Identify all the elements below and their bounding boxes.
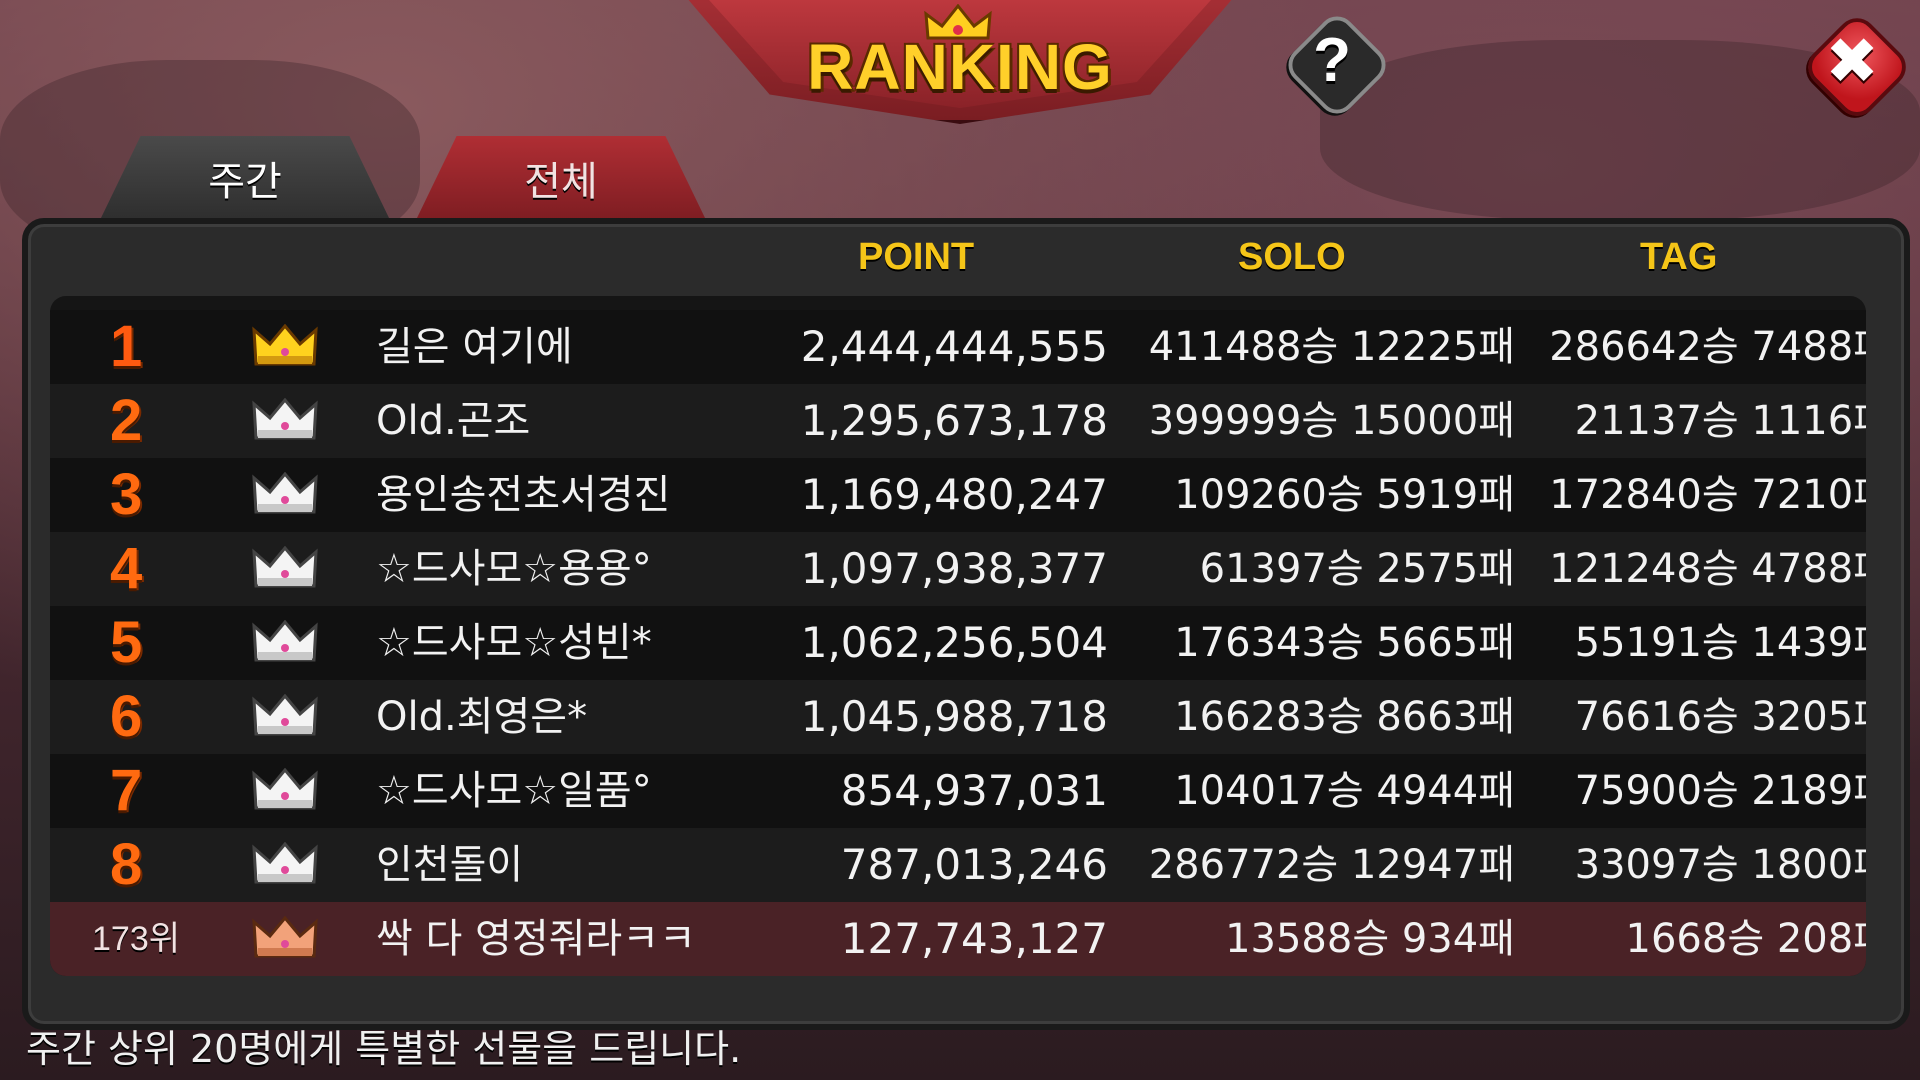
player-name: ☆드사모☆성빈* bbox=[376, 620, 652, 666]
player-solo-record: 61397승 2575패 bbox=[1199, 546, 1515, 592]
player-name: 인천돌이 bbox=[376, 842, 524, 888]
player-tag-record: 75900승 2189패 bbox=[1574, 768, 1866, 814]
tab-weekly[interactable]: 주간 bbox=[100, 136, 390, 220]
close-icon[interactable]: ✖ bbox=[1804, 14, 1900, 110]
player-point: 787,013,246 bbox=[840, 840, 1108, 889]
player-solo-record: 411488승 12225패 bbox=[1148, 324, 1515, 370]
player-name: ☆드사모☆용용° bbox=[376, 546, 652, 592]
help-icon[interactable]: ? bbox=[1286, 14, 1378, 106]
silver-crown-icon bbox=[252, 694, 318, 736]
my-solo-record: 13588승 934패 bbox=[1225, 916, 1515, 962]
player-name: ☆드사모☆일품° bbox=[376, 768, 652, 814]
silver-crown-icon bbox=[252, 398, 318, 440]
table-row[interactable]: 1 길은 여기에 2,444,444,555 411488승 12225패 28… bbox=[50, 310, 1866, 384]
player-name: 용인송전초서경진 bbox=[376, 472, 671, 518]
player-solo-record: 109260승 5919패 bbox=[1174, 472, 1515, 518]
player-tag-record: 21137승 1116패 bbox=[1574, 398, 1866, 444]
player-point: 1,295,673,178 bbox=[800, 396, 1108, 445]
tab-all[interactable]: 전체 bbox=[416, 136, 706, 220]
player-name: 길은 여기에 bbox=[376, 324, 573, 370]
table-row[interactable]: 2 Old.곤조 1,295,673,178 399999승 15000패 21… bbox=[50, 384, 1866, 458]
gold-crown-icon bbox=[252, 324, 318, 366]
player-tag-record: 33097승 1800패 bbox=[1574, 842, 1866, 888]
player-point: 1,097,938,377 bbox=[800, 544, 1108, 593]
table-row[interactable]: 5 ☆드사모☆성빈* 1,062,256,504 176343승 5665패 5… bbox=[50, 606, 1866, 680]
player-name: Old.곤조 bbox=[376, 398, 531, 444]
player-solo-record: 166283승 8663패 bbox=[1174, 694, 1515, 740]
silver-crown-icon bbox=[252, 768, 318, 810]
table-row[interactable]: 7 ☆드사모☆일품° 854,937,031 104017승 4944패 759… bbox=[50, 754, 1866, 828]
page-title: RANKING bbox=[807, 31, 1113, 103]
player-solo-record: 399999승 15000패 bbox=[1148, 398, 1515, 444]
player-name: Old.최영은* bbox=[376, 694, 588, 740]
player-tag-record: 172840승 7210패 bbox=[1549, 472, 1866, 518]
player-point: 854,937,031 bbox=[840, 766, 1108, 815]
table-row[interactable]: 4 ☆드사모☆용용° 1,097,938,377 61397승 2575패 12… bbox=[50, 532, 1866, 606]
player-tag-record: 121248승 4788패 bbox=[1549, 546, 1866, 592]
player-solo-record: 176343승 5665패 bbox=[1174, 620, 1515, 666]
player-tag-record: 55191승 1439패 bbox=[1574, 620, 1866, 666]
ranking-table[interactable]: 1 길은 여기에 2,444,444,555 411488승 12225패 28… bbox=[50, 296, 1866, 976]
column-header-point: POINT bbox=[858, 236, 975, 278]
silver-crown-icon bbox=[252, 546, 318, 588]
player-tag-record: 76616승 3205패 bbox=[1574, 694, 1866, 740]
table-row[interactable]: 3 용인송전초서경진 1,169,480,247 109260승 5919패 1… bbox=[50, 458, 1866, 532]
my-player-name: 싹 다 영정줘라ㅋㅋ bbox=[376, 916, 696, 962]
silver-crown-icon bbox=[252, 472, 318, 514]
table-row[interactable]: 8 인천돌이 787,013,246 286772승 12947패 33097승… bbox=[50, 828, 1866, 902]
player-point: 1,045,988,718 bbox=[800, 692, 1108, 741]
silver-crown-icon bbox=[252, 842, 318, 884]
silver-crown-icon bbox=[252, 620, 318, 662]
table-row[interactable]: 6 Old.최영은* 1,045,988,718 166283승 8663패 7… bbox=[50, 680, 1866, 754]
my-rank: 173위 bbox=[92, 920, 181, 958]
player-tag-record: 286642승 7488패 bbox=[1549, 324, 1866, 370]
player-point: 1,062,256,504 bbox=[800, 618, 1108, 667]
my-tag-record: 1668승 208패 bbox=[1625, 916, 1866, 962]
player-point: 1,169,480,247 bbox=[800, 470, 1108, 519]
column-header-solo: SOLO bbox=[1238, 236, 1346, 278]
player-solo-record: 286772승 12947패 bbox=[1148, 842, 1515, 888]
my-point: 127,743,127 bbox=[840, 914, 1108, 963]
reward-notice: 주간 상위 20명에게 특별한 선물을 드립니다. bbox=[26, 1027, 742, 1071]
my-ranking-row[interactable]: 173위 싹 다 영정줘라ㅋㅋ 127,743,127 13588승 934패 … bbox=[50, 902, 1866, 976]
bronze-crown-icon bbox=[252, 916, 318, 958]
player-solo-record: 104017승 4944패 bbox=[1174, 768, 1515, 814]
player-point: 2,444,444,555 bbox=[800, 322, 1108, 371]
column-header-tag: TAG bbox=[1640, 236, 1718, 278]
